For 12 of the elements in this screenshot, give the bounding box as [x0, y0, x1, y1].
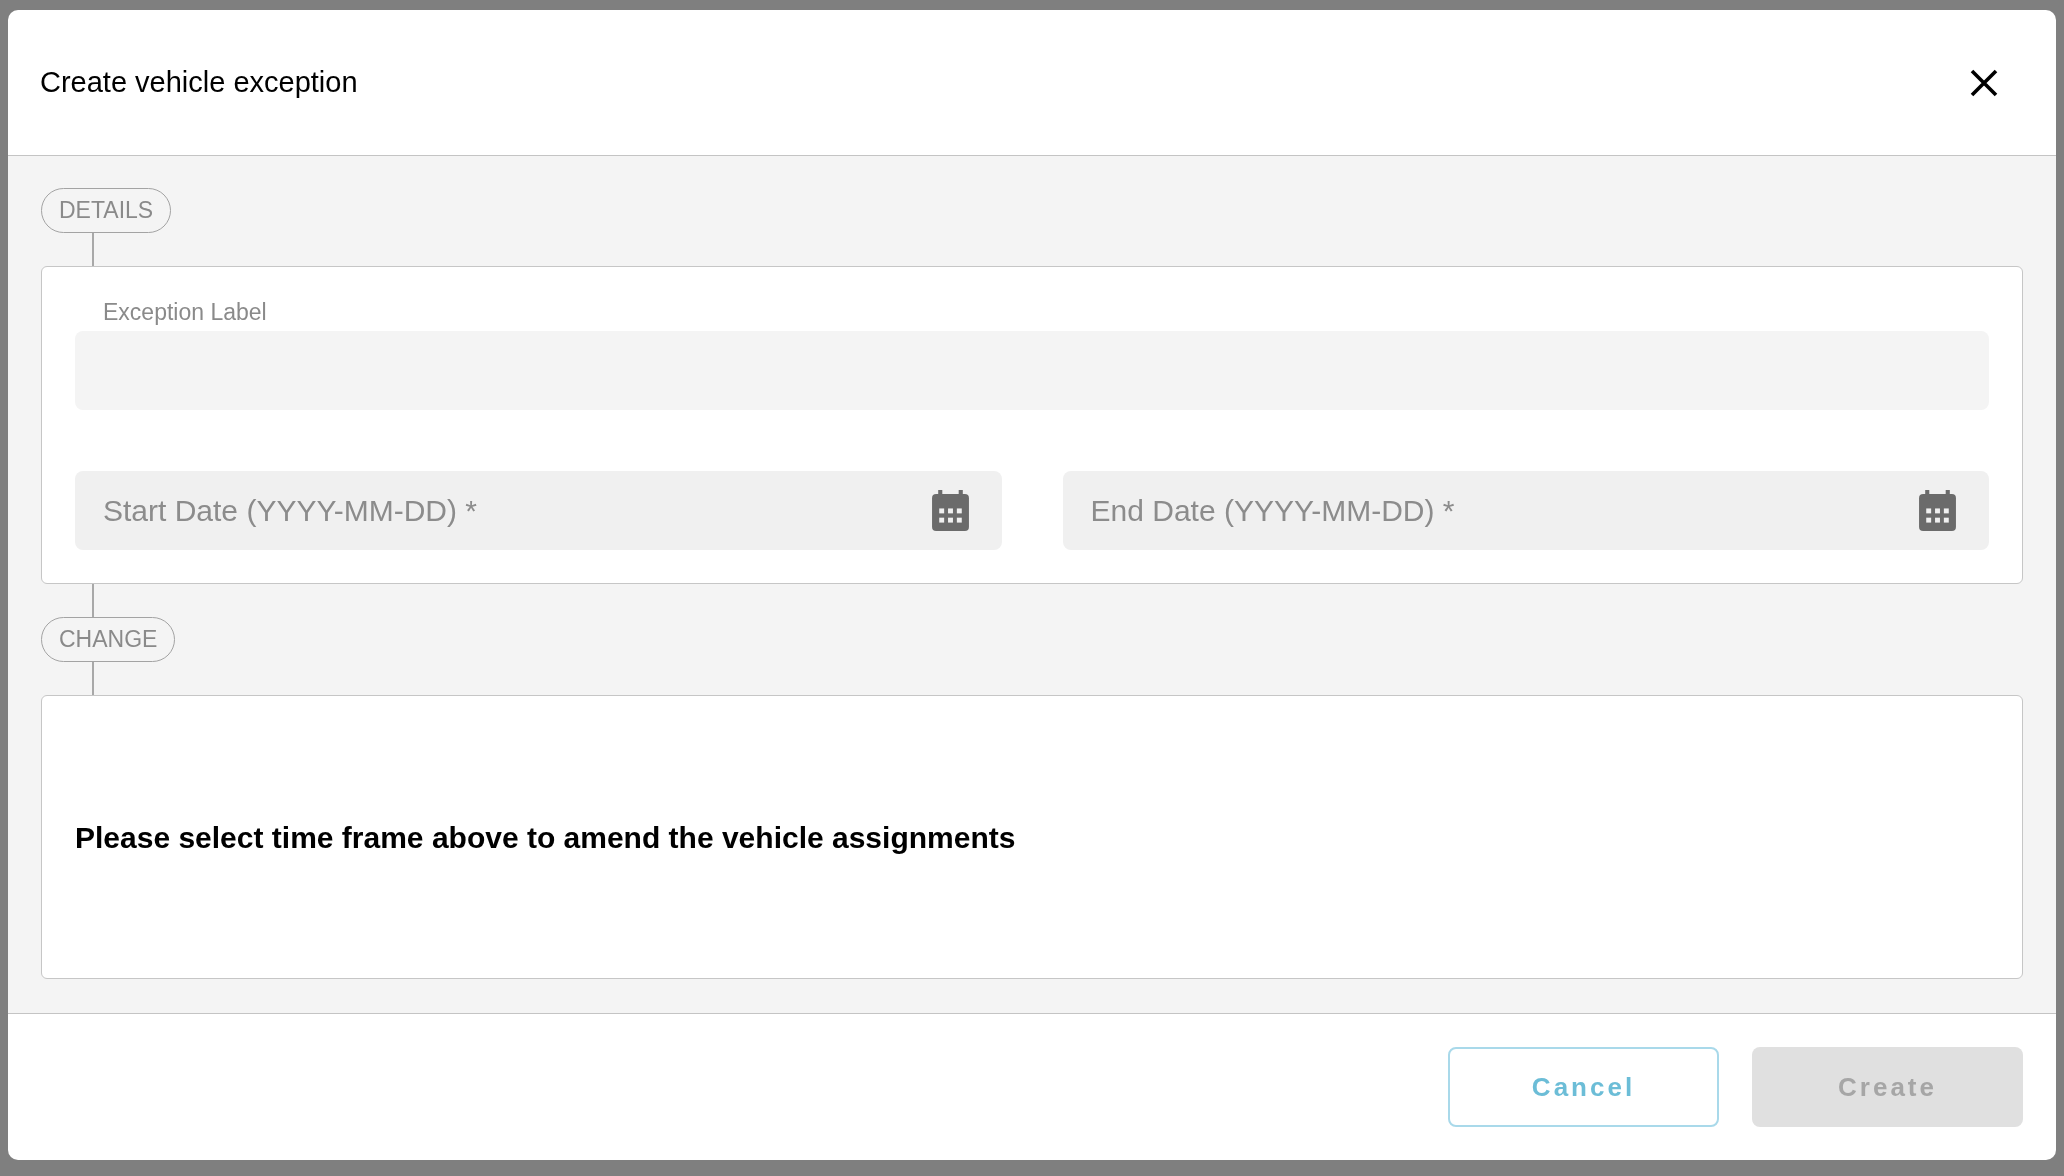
calendar-icon[interactable]	[1919, 490, 1956, 531]
dialog-title: Create vehicle exception	[40, 64, 358, 100]
field-label: Exception Label	[102, 299, 268, 325]
connector-line	[92, 233, 94, 266]
connector-line	[92, 662, 94, 695]
instruction-text: Please select time frame above to amend the vehicle assignments	[75, 819, 1016, 856]
calendar-icon[interactable]	[931, 490, 969, 531]
date-field[interactable]: End Date (YYYY-MM-DD) *	[1062, 471, 1989, 550]
date-field[interactable]: Start Date (YYYY-MM-DD) *	[75, 471, 1002, 550]
connector-line	[92, 584, 94, 617]
cancel-button[interactable]: Cancel	[1448, 1047, 1719, 1127]
close-icon	[1970, 68, 1998, 97]
